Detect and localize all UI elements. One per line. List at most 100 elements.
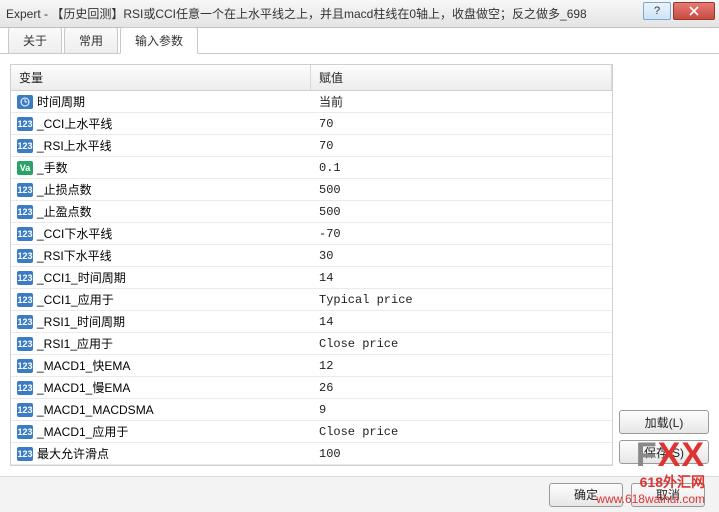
param-value-cell[interactable]: 12 [311, 359, 612, 373]
param-name-cell[interactable]: 123 _MACD1_MACDSMA [11, 403, 311, 417]
type-icon: 123 [17, 337, 33, 351]
dialog-footer: 确定 取消 [0, 476, 719, 512]
table-row[interactable]: 123 _CCI下水平线 -70 [11, 223, 612, 245]
param-value-cell[interactable]: 当前 [311, 93, 612, 110]
param-value-cell[interactable]: 14 [311, 271, 612, 285]
type-icon: Va [17, 161, 33, 175]
param-name: _MACD1_MACDSMA [37, 403, 154, 417]
table-row[interactable]: 123 _MACD1_MACDSMA 9 [11, 399, 612, 421]
load-button[interactable]: 加载(L) [619, 410, 709, 434]
table-row[interactable]: 123 _MACD1_快EMA 12 [11, 355, 612, 377]
table-row[interactable]: 123 _止损点数 500 [11, 179, 612, 201]
save-button[interactable]: 保存(S) [619, 440, 709, 464]
table-row[interactable]: 123 _RSI上水平线 70 [11, 135, 612, 157]
param-name-cell[interactable]: 123 _CCI1_应用于 [11, 291, 311, 308]
param-name: _CCI上水平线 [37, 115, 112, 132]
param-name-cell[interactable]: 123 _RSI1_时间周期 [11, 313, 311, 330]
window-controls: ? [641, 2, 715, 20]
close-icon [689, 6, 699, 16]
table-row[interactable]: 123_MACD1_应用于Close price [11, 421, 612, 443]
param-value-cell[interactable]: 500 [311, 205, 612, 219]
close-button[interactable] [673, 2, 715, 20]
param-value-cell[interactable]: 70 [311, 117, 612, 131]
type-icon: 123 [17, 403, 33, 417]
param-name: _止损点数 [37, 181, 92, 198]
param-name: _手数 [37, 159, 68, 176]
table-row[interactable]: 123 _止盈点数 500 [11, 201, 612, 223]
param-value-cell[interactable]: 100 [311, 447, 612, 461]
ok-button[interactable]: 确定 [549, 483, 623, 507]
param-name: _RSI1_时间周期 [37, 313, 125, 330]
window-title: Expert - 【历史回测】RSI或CCI任意一个在上水平线之上，并且macd… [6, 5, 713, 22]
type-icon: 123 [17, 293, 33, 307]
param-name: _止盈点数 [37, 203, 92, 220]
content-area: 变量 赋值 时间周期当前123_CCI上水平线70123_RSI上水平线70Va… [0, 54, 719, 476]
param-name-cell[interactable]: 123_MACD1_应用于 [11, 423, 311, 440]
tab-about[interactable]: 关于 [8, 27, 62, 53]
table-row[interactable]: 123 _RSI1_应用于 Close price [11, 333, 612, 355]
param-name-cell[interactable]: 123 _CCI下水平线 [11, 225, 311, 242]
param-name-cell[interactable]: 123 _止损点数 [11, 181, 311, 198]
table-row[interactable]: 123 _RSI下水平线 30 [11, 245, 612, 267]
param-value-cell[interactable]: Close price [311, 337, 612, 351]
param-name-cell[interactable]: 123 最大允许滑点 [11, 445, 311, 462]
param-name-cell[interactable]: 123_MACD1_慢EMA [11, 379, 311, 396]
type-icon: 123 [17, 205, 33, 219]
table-row[interactable]: 123 最大允许滑点 100 [11, 443, 612, 465]
type-icon: 123 [17, 227, 33, 241]
param-name: 最大允许滑点 [37, 445, 109, 462]
header-value[interactable]: 赋值 [311, 65, 612, 90]
type-icon: 123 [17, 139, 33, 153]
type-icon: 123 [17, 381, 33, 395]
table-row[interactable]: 123_CCI上水平线70 [11, 113, 612, 135]
type-icon: 123 [17, 447, 33, 461]
param-value-cell[interactable]: 26 [311, 381, 612, 395]
param-name-cell[interactable]: 时间周期 [11, 93, 311, 110]
param-value-cell[interactable]: 70 [311, 139, 612, 153]
type-icon: 123 [17, 315, 33, 329]
titlebar: Expert - 【历史回测】RSI或CCI任意一个在上水平线之上，并且macd… [0, 0, 719, 28]
header-variable[interactable]: 变量 [11, 65, 311, 90]
param-name-cell[interactable]: Va _手数 [11, 159, 311, 176]
param-value-cell[interactable]: Close price [311, 425, 612, 439]
param-value-cell[interactable]: 30 [311, 249, 612, 263]
cancel-button[interactable]: 取消 [631, 483, 705, 507]
type-icon: 123 [17, 249, 33, 263]
param-name: _RSI上水平线 [37, 137, 112, 154]
tab-common[interactable]: 常用 [64, 27, 118, 53]
type-icon: 123 [17, 359, 33, 373]
tabstrip: 关于 常用 输入参数 [0, 28, 719, 54]
table-row[interactable]: 123 _RSI1_时间周期 14 [11, 311, 612, 333]
help-button[interactable]: ? [643, 2, 671, 20]
param-name: _RSI下水平线 [37, 247, 112, 264]
param-value-cell[interactable]: 14 [311, 315, 612, 329]
grid-body[interactable]: 时间周期当前123_CCI上水平线70123_RSI上水平线70Va_手数0.1… [11, 91, 612, 465]
param-name-cell[interactable]: 123 _RSI下水平线 [11, 247, 311, 264]
param-value-cell[interactable]: 9 [311, 403, 612, 417]
param-value-cell[interactable]: 500 [311, 183, 612, 197]
param-value-cell[interactable]: 0.1 [311, 161, 612, 175]
tab-inputs[interactable]: 输入参数 [120, 27, 198, 54]
table-row[interactable]: Va _手数 0.1 [11, 157, 612, 179]
param-name: _CCI1_应用于 [37, 291, 114, 308]
param-value-cell[interactable]: Typical price [311, 293, 612, 307]
table-row[interactable]: 时间周期当前 [11, 91, 612, 113]
param-name-cell[interactable]: 123 _RSI1_应用于 [11, 335, 311, 352]
grid-header: 变量 赋值 [11, 65, 612, 91]
param-name: _CCI下水平线 [37, 225, 112, 242]
param-name-cell[interactable]: 123_CCI上水平线 [11, 115, 311, 132]
param-value-cell[interactable]: -70 [311, 227, 612, 241]
table-row[interactable]: 123_MACD1_慢EMA26 [11, 377, 612, 399]
param-name-cell[interactable]: 123 _止盈点数 [11, 203, 311, 220]
type-icon: 123 [17, 271, 33, 285]
param-name: _RSI1_应用于 [37, 335, 113, 352]
param-name-cell[interactable]: 123 _MACD1_快EMA [11, 357, 311, 374]
type-icon: 123 [17, 183, 33, 197]
param-name-cell[interactable]: 123 _CCI1_时间周期 [11, 269, 311, 286]
param-name-cell[interactable]: 123 _RSI上水平线 [11, 137, 311, 154]
table-row[interactable]: 123 _CCI1_应用于 Typical price [11, 289, 612, 311]
table-row[interactable]: 123 _CCI1_时间周期 14 [11, 267, 612, 289]
param-name: _MACD1_快EMA [37, 357, 130, 374]
param-name: _CCI1_时间周期 [37, 269, 126, 286]
side-buttons: 加载(L) 保存(S) [619, 64, 709, 466]
